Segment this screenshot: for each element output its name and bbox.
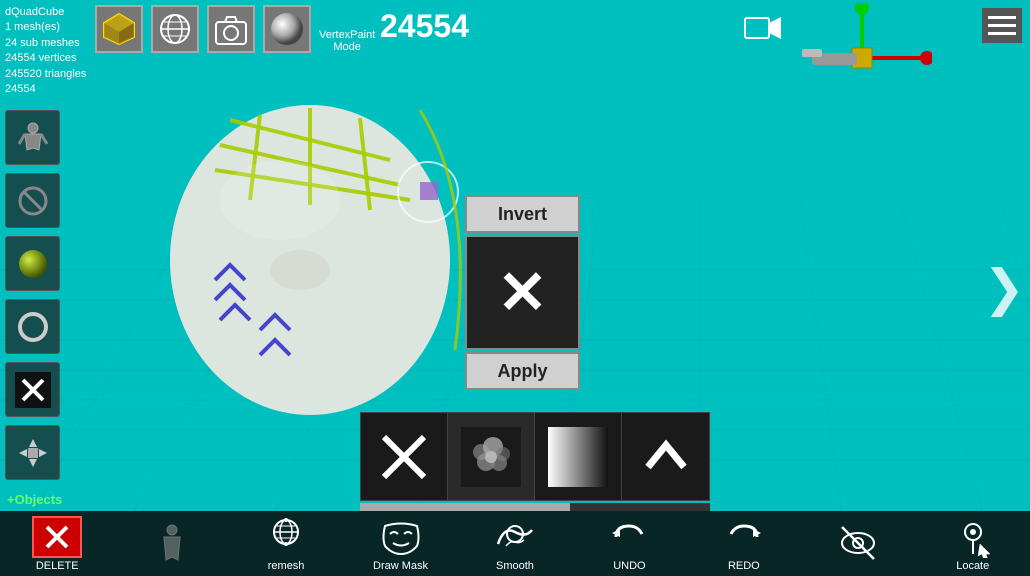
invert-button[interactable]: Invert	[465, 195, 580, 233]
cube-mode-button[interactable]	[95, 5, 143, 53]
camera-snap-button[interactable]	[207, 5, 255, 53]
sub-meshes: 24 sub meshes	[5, 36, 86, 51]
ring-tool-button[interactable]	[5, 299, 60, 354]
x-mark-icon: ✕	[497, 263, 547, 323]
delete-tool[interactable]: DELETE	[27, 516, 87, 572]
hamburger-menu-button[interactable]	[982, 8, 1022, 43]
video-camera-button[interactable]	[744, 13, 782, 50]
sphere-thumbnail[interactable]	[263, 5, 311, 53]
locate-label: Locate	[956, 560, 989, 572]
undo-label: UNDO	[613, 560, 645, 572]
brush-progress-fill	[360, 503, 570, 511]
vertex-paint-label: VertexPaint	[319, 29, 375, 41]
figure-bottom-tool[interactable]	[142, 522, 202, 566]
gizmo	[792, 3, 932, 93]
mode-area: VertexPaint Mode	[95, 5, 375, 53]
locate-tool[interactable]: Locate	[943, 516, 1003, 572]
chevron-brush-button[interactable]	[622, 413, 709, 500]
x-tool-button[interactable]	[5, 362, 60, 417]
delete-label: DELETE	[36, 560, 79, 572]
object-name: dQuadCube	[5, 5, 86, 20]
invert-preview: ✕	[465, 235, 580, 350]
undo-tool[interactable]: UNDO	[599, 516, 659, 572]
draw-mask-label: Draw Mask	[373, 560, 428, 572]
x-brush-button[interactable]	[361, 413, 448, 500]
redo-label: REDO	[728, 560, 760, 572]
brush-progress-bar[interactable]	[360, 503, 710, 511]
right-chevron-button[interactable]: ❯	[983, 259, 1025, 317]
redo-tool[interactable]: REDO	[714, 516, 774, 572]
smooth-label: Smooth	[496, 560, 534, 572]
bottom-toolbar: DELETE remesh D	[0, 511, 1030, 576]
remesh-tool[interactable]: remesh	[256, 516, 316, 572]
left-toolbar: +Objects	[5, 110, 64, 511]
top-right-icons	[744, 8, 1022, 93]
hamburger-line-3	[988, 32, 1016, 35]
smooth-tool[interactable]: Smooth	[485, 516, 545, 572]
globe-mode-button[interactable]	[151, 5, 199, 53]
invert-apply-panel: Invert ✕ Apply	[465, 195, 580, 390]
color-dot-button[interactable]	[5, 236, 60, 291]
no-tool-button[interactable]	[5, 173, 60, 228]
delete-button[interactable]	[32, 516, 82, 558]
draw-mask-tool[interactable]: Draw Mask	[371, 516, 431, 572]
mode-label: Mode	[333, 41, 361, 53]
objects-button[interactable]: +Objects	[5, 488, 64, 511]
remesh-label: remesh	[268, 560, 305, 572]
move-tool-button[interactable]	[5, 425, 60, 480]
object-info: dQuadCube 1 mesh(es) 24 sub meshes 24554…	[5, 5, 86, 97]
hide-tool[interactable]	[828, 522, 888, 566]
brush-row	[360, 412, 710, 501]
hamburger-line-2	[988, 24, 1016, 27]
vertex-count-display: 24554	[380, 8, 469, 45]
id-label: 24554	[5, 82, 86, 97]
mesh-count: 1 mesh(es)	[5, 20, 86, 35]
triangle-count: 245520 triangles	[5, 67, 86, 82]
apply-button[interactable]: Apply	[465, 352, 580, 390]
gradient-brush-button[interactable]	[535, 413, 622, 500]
figure-tool-button[interactable]	[5, 110, 60, 165]
cloud-brush-button[interactable]	[448, 413, 535, 500]
hamburger-line-1	[988, 16, 1016, 19]
brush-panel	[360, 412, 710, 511]
vertex-count-info: 24554 vertices	[5, 51, 86, 66]
